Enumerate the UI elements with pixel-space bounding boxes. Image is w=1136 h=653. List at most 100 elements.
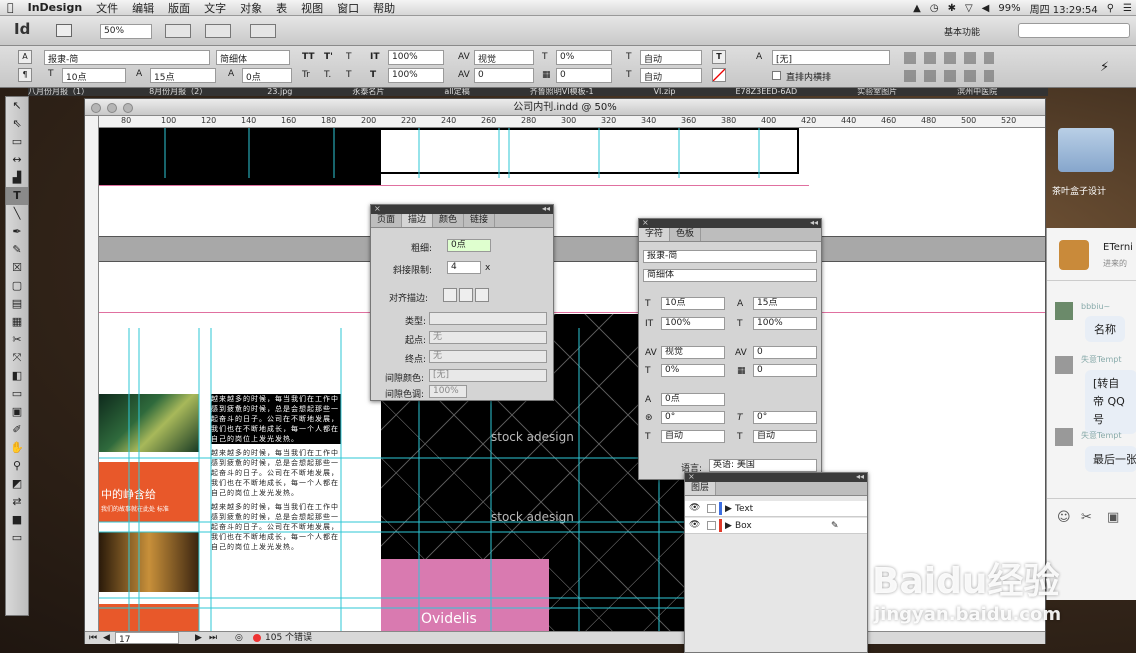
folder-label[interactable]: 茶叶盒子设计 xyxy=(1052,184,1106,197)
strikethrough-button[interactable]: T xyxy=(346,70,352,80)
superscript-button[interactable]: T' xyxy=(324,52,333,62)
char-style-select[interactable]: 简细体 xyxy=(643,269,817,282)
menu-view[interactable]: 视图 xyxy=(294,0,330,16)
font-size-field[interactable]: 10点 xyxy=(62,68,126,83)
char-skew-field[interactable]: 0% xyxy=(661,364,725,377)
app-menu[interactable]: InDesign xyxy=(21,1,90,14)
file-label[interactable]: 永泰名片 xyxy=(352,88,384,96)
help-search-input[interactable] xyxy=(1018,23,1130,38)
screenshot-icon[interactable]: ✂ xyxy=(1081,510,1092,525)
char-hscale-field[interactable]: 100% xyxy=(753,317,817,330)
justify-buttons-row[interactable] xyxy=(904,70,994,82)
paragraph-mode-icon[interactable]: ¶ xyxy=(18,68,32,82)
underline-button[interactable]: T xyxy=(346,52,352,62)
character-rotation-field[interactable]: 0 xyxy=(556,68,612,83)
eyedropper-tool-icon[interactable]: ✐ xyxy=(6,421,28,439)
menu-object[interactable]: 对象 xyxy=(233,0,269,16)
file-label[interactable]: 八月份月报（1） xyxy=(28,88,89,96)
gradient-feather-icon[interactable]: ▭ xyxy=(6,385,28,403)
leading-field[interactable]: 15点 xyxy=(150,68,216,83)
vertical-scale-field[interactable]: 100% xyxy=(388,50,444,65)
file-label[interactable]: 23.jpg xyxy=(267,88,292,96)
gap-color-select[interactable]: [无] xyxy=(429,369,547,382)
grid-tool-icon[interactable]: ▤ xyxy=(6,295,28,313)
menu-type[interactable]: 文字 xyxy=(197,0,233,16)
kerning-field[interactable]: 视觉 xyxy=(474,50,534,65)
next-page-icon[interactable]: ▶ xyxy=(195,632,202,644)
gradient-tool-icon[interactable]: ◧ xyxy=(6,367,28,385)
frame-grid-tool-icon[interactable]: ▦ xyxy=(6,313,28,331)
content-collector-icon[interactable]: ▟ xyxy=(6,169,28,187)
baseline-shift-field[interactable]: 0点 xyxy=(242,68,292,83)
text-fill-icon[interactable]: T xyxy=(712,50,726,64)
horizontal-scale-field[interactable]: 100% xyxy=(388,68,444,83)
tracking-field[interactable]: 0 xyxy=(474,68,534,83)
file-label[interactable]: 滨州中医院 xyxy=(957,88,997,96)
expand-arrow-icon[interactable]: ▶ xyxy=(725,521,732,531)
first-page-icon[interactable]: ⏮ xyxy=(89,632,97,644)
tab-pages[interactable]: 页面 xyxy=(371,214,403,227)
file-label[interactable]: E78Z3EED-6AD xyxy=(735,88,797,96)
view-options-icon[interactable] xyxy=(165,24,191,38)
apply-color-icon[interactable]: ■ xyxy=(6,511,28,529)
file-label[interactable]: VI.zip xyxy=(654,88,676,96)
tab-character[interactable]: 字符 xyxy=(639,228,671,241)
char-auto-field-1[interactable]: 自动 xyxy=(661,430,725,443)
layer-row[interactable]: 👁 ▶ Text xyxy=(685,501,867,517)
list-icon[interactable]: ☰ xyxy=(1123,3,1132,14)
line-tool-icon[interactable]: ╲ xyxy=(6,205,28,223)
tate-chu-yoko-checkbox[interactable] xyxy=(772,71,781,80)
lock-toggle[interactable] xyxy=(707,504,716,513)
layer-name[interactable]: Box xyxy=(735,521,752,531)
zoom-select[interactable]: 50% xyxy=(100,24,152,39)
error-count[interactable]: 105 个错误 xyxy=(265,632,312,644)
end-cap-select[interactable]: 无 xyxy=(429,350,547,363)
panel-title-bar[interactable]: × ◂◂ xyxy=(685,473,867,482)
char-leading-field[interactable]: 15点 xyxy=(753,297,817,310)
align-buttons-row[interactable] xyxy=(904,52,994,64)
char-rotation-field[interactable]: 0° xyxy=(661,411,725,424)
tab-links[interactable]: 链接 xyxy=(464,214,496,227)
auto-setting-1[interactable]: 自动 xyxy=(640,50,702,65)
stroke-weight-field[interactable]: 0点 xyxy=(447,239,491,252)
gap-tool-icon[interactable]: ↔ xyxy=(6,151,28,169)
bluetooth-icon[interactable]: ✱ xyxy=(948,3,956,14)
eye-icon[interactable]: 👁 xyxy=(689,520,700,530)
small-caps-button[interactable]: Tr xyxy=(302,70,310,80)
avatar[interactable] xyxy=(1059,240,1089,270)
file-label[interactable]: 齐鲁照明VI模板-1 xyxy=(530,88,594,96)
zoom-window-icon[interactable] xyxy=(123,103,133,113)
prev-page-icon[interactable]: ◀ xyxy=(103,632,110,644)
menu-table[interactable]: 表 xyxy=(269,0,294,16)
character-style-field[interactable]: [无] xyxy=(772,50,890,65)
screen-mode-icon[interactable] xyxy=(205,24,231,38)
avatar[interactable] xyxy=(1055,302,1073,320)
menu-edit[interactable]: 编辑 xyxy=(125,0,161,16)
direct-selection-tool-icon[interactable]: ⇖ xyxy=(6,115,28,133)
pen-tool-icon[interactable]: ✒ xyxy=(6,223,28,241)
volume-icon[interactable]: ◀ xyxy=(982,3,990,14)
all-caps-button[interactable]: TT xyxy=(302,52,315,62)
avatar[interactable] xyxy=(1055,356,1073,374)
char-auto-field-2[interactable]: 自动 xyxy=(753,430,817,443)
tab-layers[interactable]: 图层 xyxy=(685,482,717,495)
layer-name[interactable]: Text xyxy=(735,504,753,514)
char-tsume-field[interactable]: 0 xyxy=(753,364,817,377)
free-transform-tool-icon[interactable]: ⤧ xyxy=(6,349,28,367)
stroke-none-icon[interactable] xyxy=(712,68,726,82)
tab-swatches[interactable]: 色板 xyxy=(670,228,702,241)
type-tool-icon[interactable]: T xyxy=(6,187,28,205)
selection-tool-icon[interactable]: ↖ xyxy=(6,97,28,115)
lock-toggle[interactable] xyxy=(707,521,716,530)
align-outside-icon[interactable] xyxy=(475,288,489,302)
clock-icon[interactable]: ◷ xyxy=(930,3,939,14)
clock-text[interactable]: 周四 13:29:54 xyxy=(1030,1,1098,16)
last-page-icon[interactable]: ⏭ xyxy=(209,632,217,644)
char-baseline-field[interactable]: 0点 xyxy=(661,393,725,406)
panel-title-bar[interactable]: × ◂◂ xyxy=(639,219,821,228)
pencil-tool-icon[interactable]: ✎ xyxy=(6,241,28,259)
align-center-icon[interactable] xyxy=(443,288,457,302)
zoom-tool-icon[interactable]: ⚲ xyxy=(6,457,28,475)
tab-stroke[interactable]: 描边 xyxy=(402,214,434,227)
gap-tint-field[interactable]: 100% xyxy=(429,385,467,398)
